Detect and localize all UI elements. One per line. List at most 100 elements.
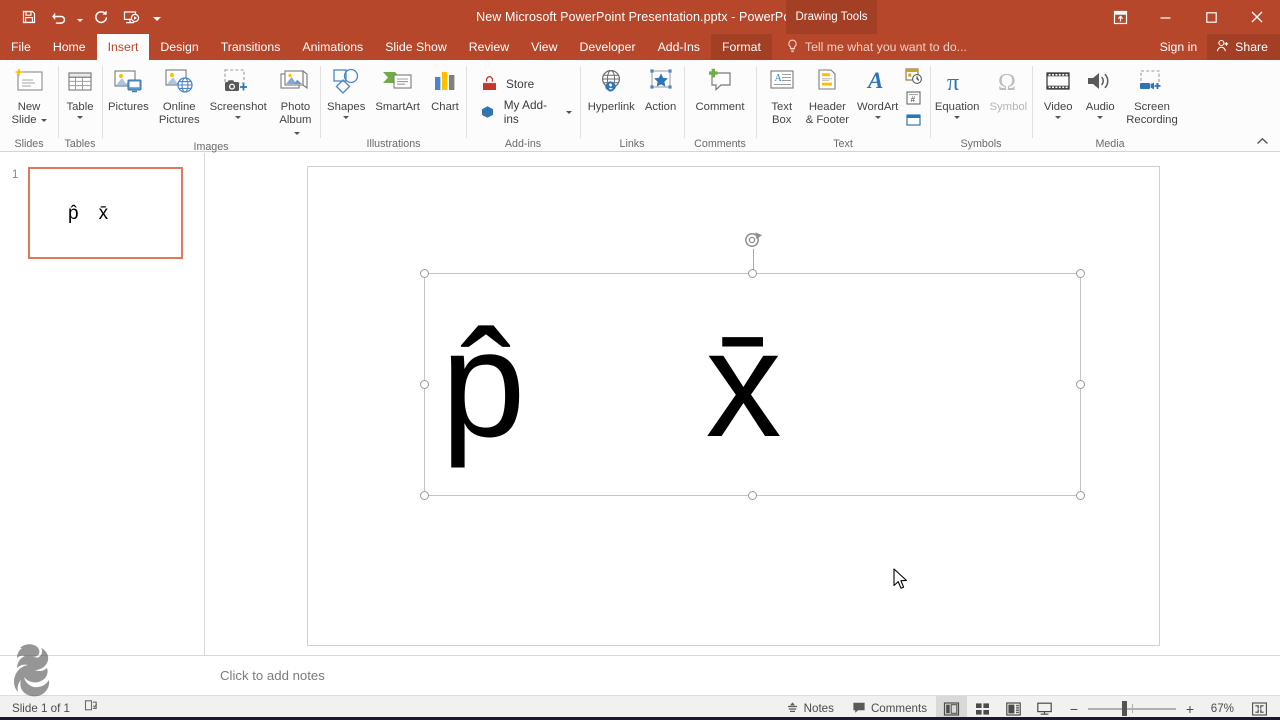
zoom-out-button[interactable]: − [1064,701,1084,717]
resize-handle-bottom-right[interactable] [1076,491,1085,500]
chevron-down-icon[interactable] [294,131,301,135]
window-title: New Microsoft PowerPoint Presentation.pp… [476,10,804,24]
store-button[interactable]: Store [476,70,540,98]
resize-handle-middle-left[interactable] [420,379,429,389]
tab-file[interactable]: File [0,34,42,60]
hyperlink-icon [595,65,627,99]
save-icon[interactable] [14,4,44,30]
accessibility-checker-icon[interactable] [84,699,98,718]
online-pictures-button[interactable]: Online Pictures [155,63,204,127]
equation-button[interactable]: π Equation [931,63,984,119]
collapse-ribbon-icon[interactable] [1254,133,1270,149]
slideshow-icon[interactable] [116,4,146,30]
ribbon-group-text: A Text Box Header & Footer A WordArt # T… [758,60,928,152]
notes-pane[interactable]: Click to add notes [205,655,1280,695]
pictures-icon [111,65,145,99]
resize-handle-top-left[interactable] [420,269,429,278]
hyperlink-button[interactable]: Hyperlink [584,63,639,114]
shapes-button[interactable]: Shapes [323,63,369,119]
notes-label: Notes [803,702,834,715]
date-time-icon[interactable] [902,66,924,85]
minimize-icon[interactable] [1142,0,1188,34]
slide-number-icon[interactable]: # [902,88,924,107]
chevron-down-icon[interactable] [235,116,242,119]
object-icon[interactable] [902,110,924,129]
screen-recording-button[interactable]: Screen Recording [1122,63,1182,127]
chevron-down-icon[interactable] [1097,116,1104,119]
svg-text:A: A [866,68,883,93]
resize-handle-bottom-center[interactable] [747,491,757,500]
pictures-button[interactable]: Pictures [104,63,153,114]
my-addins-button[interactable]: My Add-ins [476,98,578,126]
symbol-p-hat: p̂ [441,298,526,469]
close-icon[interactable] [1234,0,1280,34]
chevron-down-icon[interactable] [40,118,47,122]
comment-button[interactable]: Comment [692,63,749,114]
zoom-slider-thumb[interactable] [1122,701,1127,716]
share-button[interactable]: Share [1207,34,1280,60]
tab-format[interactable]: Format [710,34,772,60]
slide-editing-area[interactable]: p̂ x̄ [205,153,1280,655]
tab-animations[interactable]: Animations [291,34,374,60]
video-label: Video [1043,101,1073,113]
wordart-button[interactable]: A WordArt [853,63,902,119]
tell-me-search[interactable]: Tell me what you want to do... [786,34,967,60]
photo-album-icon [278,65,312,99]
account-actions: Sign in Share [1150,34,1280,60]
chevron-down-icon[interactable] [954,116,961,119]
header-footer-button[interactable]: Header & Footer [802,63,853,127]
selected-text-box[interactable]: p̂ x̄ [420,232,1085,500]
group-label-text: Text [833,138,853,150]
new-slide-button[interactable]: New Slide [7,63,50,127]
zoom-level-text[interactable]: 67% [1200,702,1234,715]
chevron-down-icon[interactable] [343,116,350,119]
text-box-button[interactable]: A Text Box [762,63,802,127]
ribbon-group-addins: Store My Add-ins Add-ins [468,60,578,152]
slide-thumbnail-pane[interactable]: 1 p̂ x̄ [0,153,205,655]
smartart-button[interactable]: SmartArt [371,63,424,114]
restore-icon[interactable] [1188,0,1234,34]
symbol-button[interactable]: Ω Symbol [985,63,1031,114]
tab-add-ins[interactable]: Add-Ins [647,34,711,60]
tab-view[interactable]: View [520,34,568,60]
chart-button[interactable]: Chart [426,63,464,114]
ribbon-group-links: Hyperlink Action Links [582,60,682,152]
resize-handle-top-center[interactable] [747,269,757,278]
undo-dropdown-icon[interactable] [74,4,86,30]
chevron-down-icon[interactable] [77,116,83,119]
screenshot-button[interactable]: Screenshot [206,63,271,119]
tab-slide-show[interactable]: Slide Show [374,34,458,60]
tab-design[interactable]: Design [149,34,209,60]
table-button[interactable]: Table [60,63,100,119]
slide-thumbnail-1[interactable]: p̂ x̄ [28,167,183,259]
tab-developer[interactable]: Developer [569,34,647,60]
chevron-down-icon[interactable] [566,110,572,114]
sign-in-button[interactable]: Sign in [1150,34,1208,60]
undo-icon[interactable] [44,4,74,30]
chevron-down-icon[interactable] [1055,116,1062,119]
my-addins-label: My Add-ins [503,98,547,126]
chevron-down-icon[interactable] [874,116,881,119]
resize-handle-top-right[interactable] [1076,269,1085,278]
tab-home[interactable]: Home [42,34,97,60]
zoom-in-button[interactable]: + [1180,701,1200,717]
video-button[interactable]: Video [1038,63,1078,119]
tab-transitions[interactable]: Transitions [210,34,292,60]
resize-handle-bottom-left[interactable] [420,491,429,500]
photo-album-button[interactable]: Photo Album [273,63,318,140]
audio-button[interactable]: Audio [1080,63,1120,119]
smartart-icon [381,65,415,99]
text-box-label: Text Box [771,101,793,126]
redo-icon[interactable] [86,4,116,30]
symbol-x-bar: x̄ [705,298,782,469]
online-pictures-icon [162,65,196,99]
ribbon-group-tables: Table Tables [59,60,101,152]
customize-qat-icon[interactable] [146,4,168,30]
resize-handle-middle-right[interactable] [1076,379,1085,389]
slide-canvas[interactable]: p̂ x̄ [307,166,1160,646]
rotate-handle-icon[interactable] [742,229,764,251]
tab-review[interactable]: Review [458,34,520,60]
tab-insert[interactable]: Insert [96,34,150,60]
ribbon-display-options-icon[interactable] [1098,0,1142,34]
action-button[interactable]: Action [641,63,680,114]
